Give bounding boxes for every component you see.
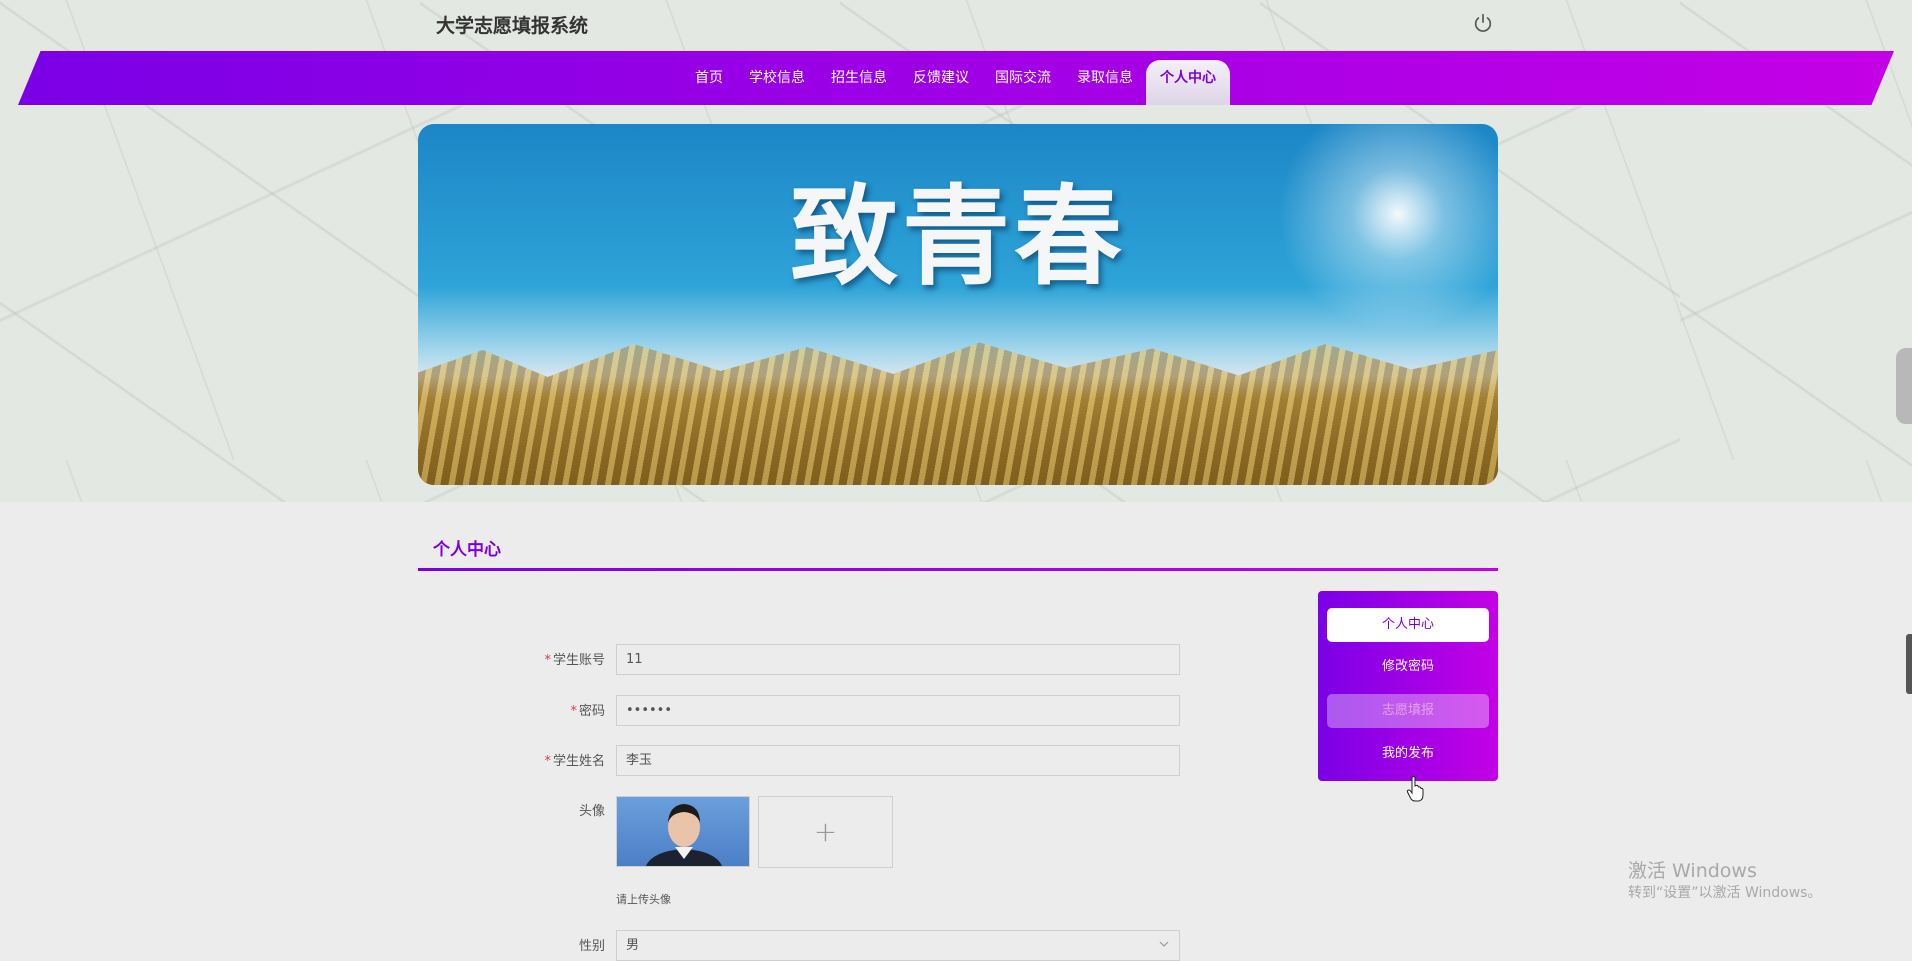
avatar-image[interactable] [616,796,750,867]
side-item-personal-center[interactable]: 个人中心 [1327,608,1489,642]
nav-item-school-info[interactable]: 学校信息 [736,60,818,105]
avatar-upload-hint: 请上传头像 [616,893,671,906]
nav-item-home[interactable]: 首页 [682,60,736,105]
side-item-change-password[interactable]: 修改密码 [1327,650,1489,684]
password-input[interactable]: •••••• [616,695,1180,726]
avatar-portrait [645,804,723,866]
banner-image: 致青春 [418,124,1498,485]
nav-menu: 首页 学校信息 招生信息 反馈建议 国际交流 录取信息 个人中心 [0,60,1912,105]
required-mark: * [570,704,577,719]
section-divider [418,568,1498,571]
gender-value: 男 [626,938,640,953]
hand-cursor-icon [1406,776,1424,802]
side-item-volunteer-apply[interactable]: 志愿填报 [1327,694,1489,728]
gender-label: 性别 [578,939,605,954]
banner-slogan: 致青春 [789,175,1126,300]
account-label: * 学生账号 [544,653,605,668]
section-title: 个人中心 [433,540,501,560]
nav-item-feedback[interactable]: 反馈建议 [900,60,982,105]
student-account-input[interactable]: 11 [616,644,1180,675]
nav-item-enrollment-info[interactable]: 录取信息 [1064,60,1146,105]
required-mark: * [544,754,551,769]
windows-watermark-subtitle: 转到“设置”以激活 Windows。 [1628,885,1822,901]
required-mark: * [544,653,551,668]
windows-watermark-title: 激活 Windows [1628,860,1757,882]
gender-select[interactable]: 男 [616,930,1180,961]
scrollbar-handle[interactable] [1896,348,1912,424]
side-tab-handle[interactable] [1906,634,1912,694]
plus-icon: + [813,815,838,848]
avatar-label: 头像 [578,804,605,819]
app-title: 大学志愿填报系统 [436,15,589,37]
student-name-input[interactable]: 李玉 [616,745,1180,776]
banner-wheat-field [418,342,1498,485]
password-label: * 密码 [570,704,605,719]
nav-item-international[interactable]: 国际交流 [982,60,1064,105]
chevron-down-icon [1159,941,1169,947]
nav-item-personal-center[interactable]: 个人中心 [1146,60,1230,105]
side-item-my-posts[interactable]: 我的发布 [1327,737,1489,771]
avatar-upload-button[interactable]: + [758,796,893,868]
nav-item-admission-info[interactable]: 招生信息 [818,60,900,105]
name-label: * 学生姓名 [544,754,605,769]
power-icon[interactable] [1472,12,1494,34]
side-menu: 个人中心 修改密码 志愿填报 我的发布 [1318,591,1498,781]
